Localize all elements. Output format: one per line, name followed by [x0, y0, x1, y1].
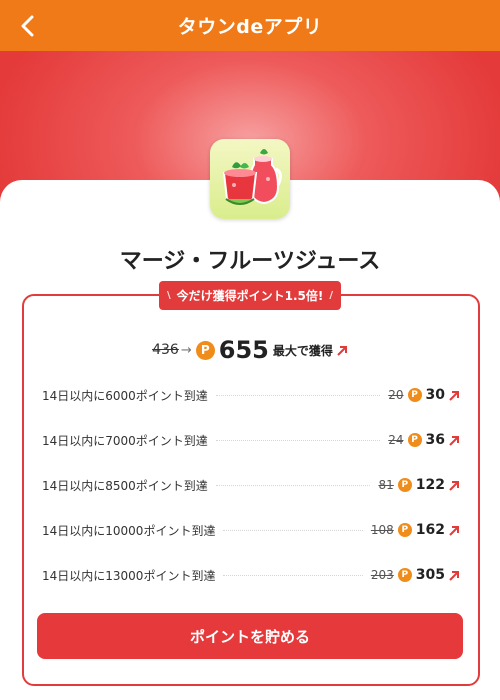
reward-row: 14日以内に7000ポイント到達 24 P 36 — [42, 430, 460, 450]
app-header: タウンdeアプリ — [0, 0, 500, 51]
dotted-leader — [223, 529, 363, 531]
watermelon-juice-icon — [210, 139, 290, 219]
up-right-arrow-icon — [337, 345, 347, 356]
point-coin-icon: P — [397, 568, 412, 582]
sparkle-left-icon: \ — [166, 290, 171, 301]
reward-condition: 14日以内に6000ポイント到達 — [42, 388, 208, 403]
point-coin-icon: P — [407, 388, 422, 402]
chevron-left-icon — [21, 15, 34, 37]
reward-new-points: 162 — [415, 522, 445, 538]
earn-points-button[interactable]: ポイントを貯める — [37, 613, 463, 659]
arrow-right-icon: → — [180, 342, 192, 358]
up-right-arrow-icon — [449, 525, 459, 536]
point-coin-icon: P — [407, 433, 422, 447]
app-name: マージ・フルーツジュース — [119, 249, 381, 274]
dotted-leader — [223, 574, 363, 576]
promo-text: 今だけ獲得ポイント1.5倍! — [176, 289, 324, 303]
point-coin-icon: P — [195, 340, 215, 360]
new-total-points: 655 — [218, 336, 269, 364]
reward-new-points: 36 — [425, 432, 445, 448]
reward-row: 14日以内に8500ポイント到達 81 P 122 — [42, 475, 460, 495]
max-earn-label: 最大で獲得 — [272, 343, 333, 358]
up-right-arrow-icon — [449, 570, 459, 581]
up-right-arrow-icon — [449, 435, 459, 446]
header-title: タウンdeアプリ — [177, 16, 323, 38]
old-total-points: 436 — [152, 342, 179, 358]
promo-badge: \ 今だけ獲得ポイント1.5倍! / — [159, 281, 341, 310]
dotted-leader — [215, 394, 381, 396]
up-right-arrow-icon — [449, 390, 459, 401]
reward-condition: 14日以内に7000ポイント到達 — [42, 433, 208, 448]
reward-old-points: 20 — [388, 388, 404, 402]
point-coin-icon: P — [397, 523, 412, 537]
reward-row: 14日以内に6000ポイント到達 20 P 30 — [42, 385, 460, 405]
dotted-leader — [215, 439, 381, 441]
reward-old-points: 203 — [370, 568, 394, 582]
sparkle-right-icon: / — [329, 290, 334, 301]
up-right-arrow-icon — [449, 480, 459, 491]
reward-condition: 14日以内に10000ポイント到達 — [42, 523, 216, 538]
reward-row: 14日以内に10000ポイント到達 108 P 162 — [42, 520, 460, 540]
reward-condition: 14日以内に13000ポイント到達 — [42, 568, 216, 583]
reward-new-points: 305 — [415, 567, 445, 583]
points-summary: 436 → P 655 最大で獲得 — [0, 335, 500, 365]
reward-row: 14日以内に13000ポイント到達 203 P 305 — [42, 565, 460, 585]
reward-condition: 14日以内に8500ポイント到達 — [42, 478, 208, 493]
back-button[interactable] — [14, 12, 42, 40]
dotted-leader — [215, 484, 371, 486]
reward-old-points: 108 — [370, 523, 394, 537]
point-coin-icon: P — [397, 478, 412, 492]
reward-new-points: 122 — [415, 477, 445, 493]
reward-old-points: 24 — [388, 433, 404, 447]
reward-new-points: 30 — [425, 387, 445, 403]
reward-old-points: 81 — [378, 478, 394, 492]
